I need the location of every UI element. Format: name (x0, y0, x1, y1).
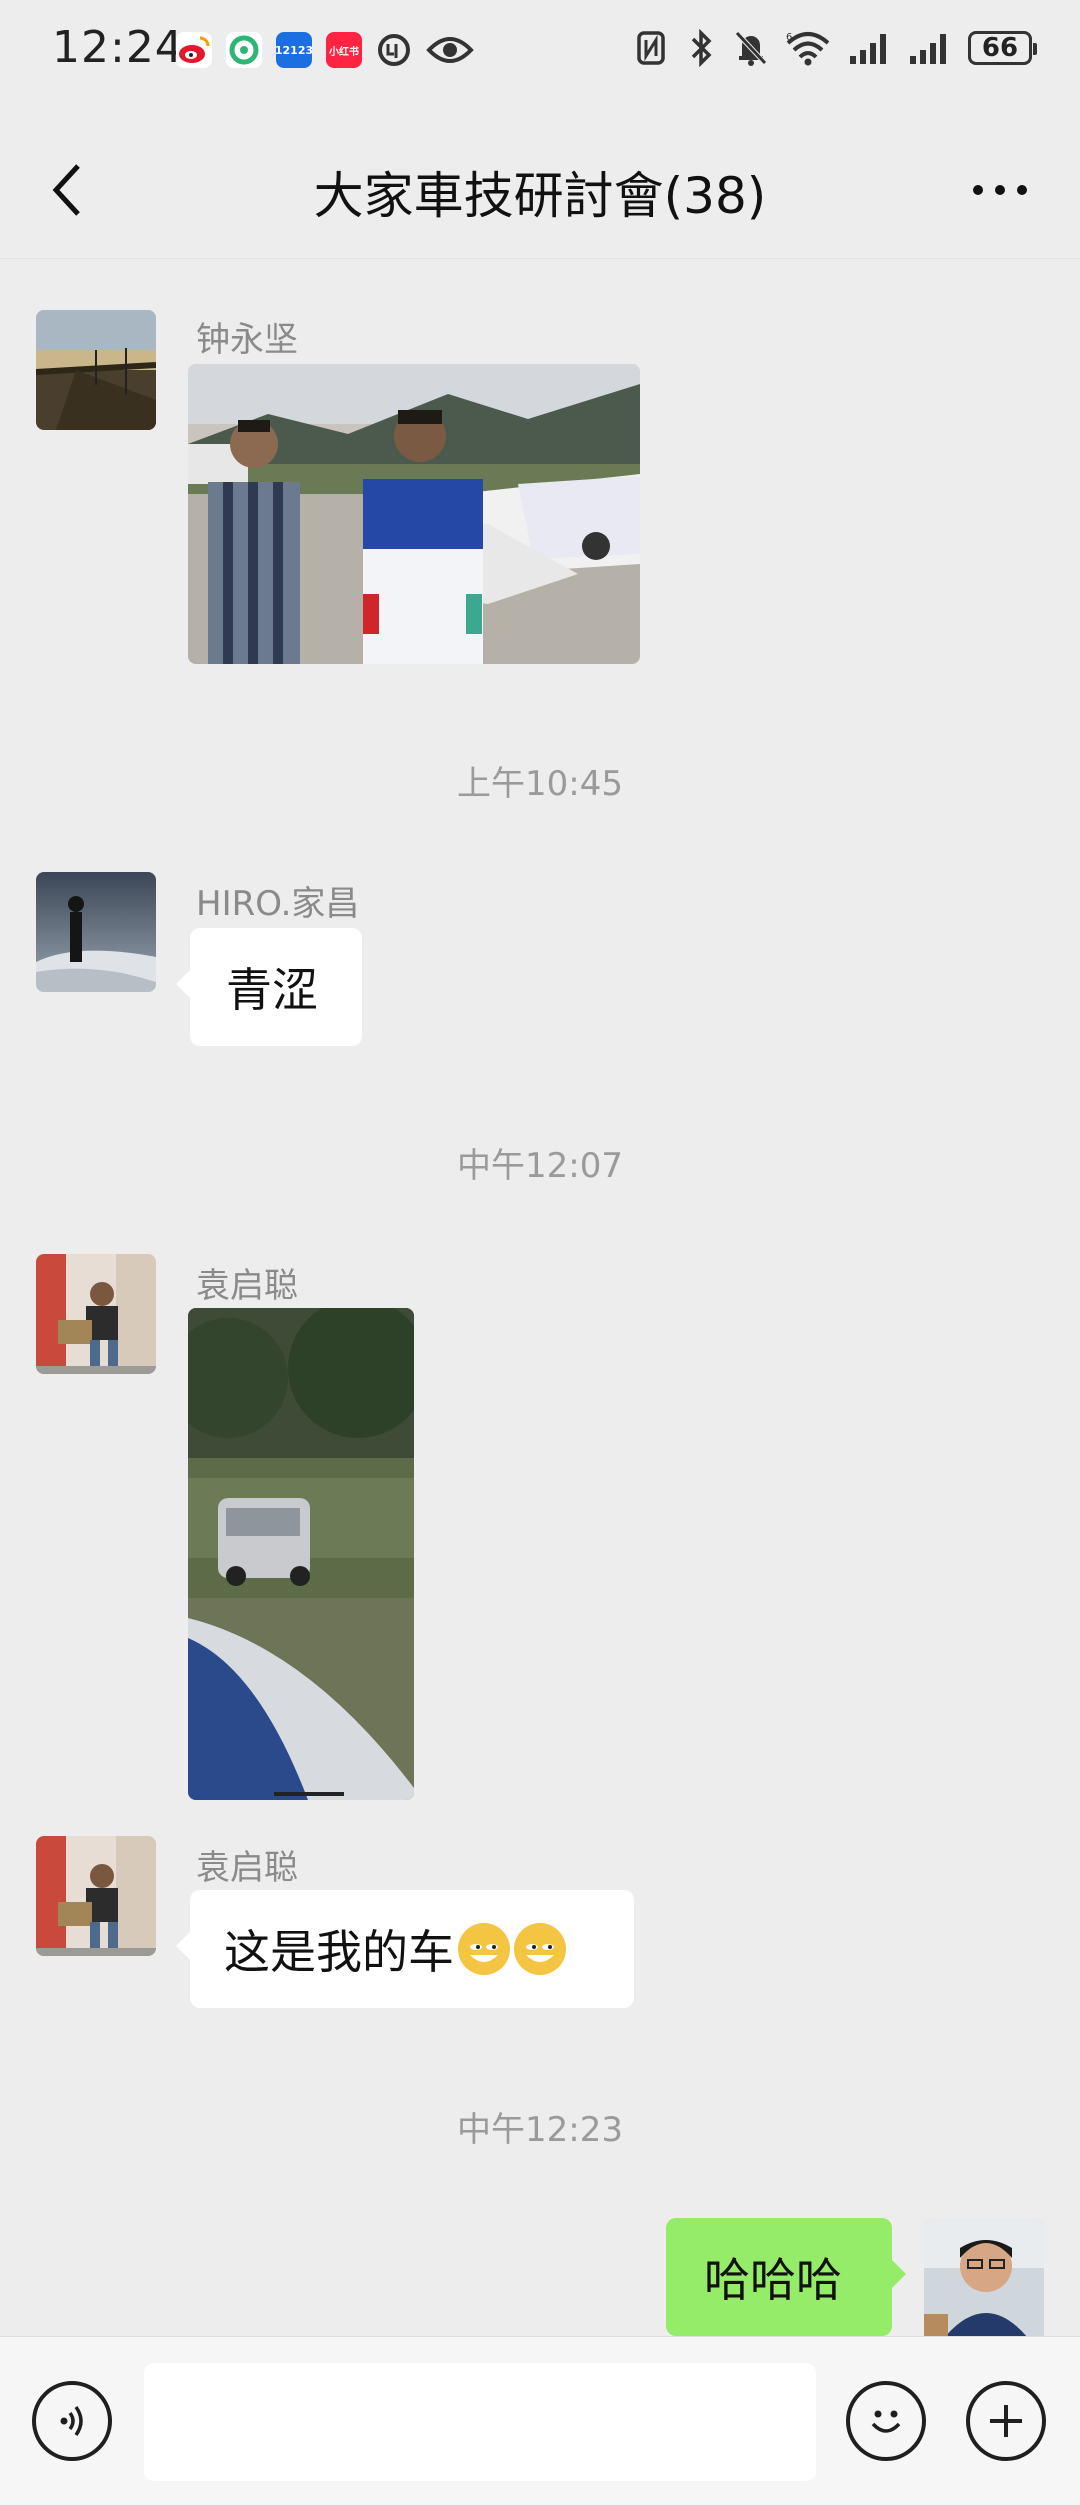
mute-bell-icon (734, 28, 768, 68)
svg-text:6: 6 (786, 32, 792, 43)
message-text: 哈哈哈 (704, 2253, 842, 2307)
plus-icon (990, 2405, 1022, 2437)
sender-name: 袁启聪 (196, 1266, 298, 1306)
more-functions-button[interactable] (966, 2381, 1046, 2461)
message-text: 青涩 (226, 963, 318, 1017)
avatar[interactable] (36, 1254, 156, 1374)
chat-input-bar (0, 2336, 1080, 2505)
status-app-icons: 12123 小红书 (176, 32, 474, 68)
avatar[interactable] (36, 310, 156, 430)
signal-icon-2 (908, 28, 952, 68)
time-divider: 中午12:23 (457, 2110, 623, 2150)
my-message-bubble[interactable]: 哈哈哈 (666, 2218, 906, 2336)
sender-name: HIRO.家昌 (196, 884, 360, 924)
message-bubble[interactable]: 这是我的车 (176, 1890, 634, 2008)
emoji-button[interactable] (846, 2381, 926, 2461)
eye-icon (426, 32, 474, 68)
status-right: 6 66 (634, 28, 1037, 68)
message-bubble[interactable]: 青涩 (176, 928, 362, 1046)
cat-emoji-icon (458, 1923, 510, 1975)
status-time: 12:24 (52, 22, 184, 73)
chat-title: 大家車技研討會(38) (313, 167, 767, 225)
app-green-icon (226, 32, 262, 68)
avatar[interactable] (36, 1836, 156, 1956)
circle-app-icon (376, 32, 412, 68)
status-bar: 12:24 12123 小红书 6 66 (0, 0, 1080, 104)
message-text: 这是我的车 (224, 1925, 454, 1979)
sender-name: 钟永坚 (196, 320, 298, 360)
more-options-button[interactable] (960, 160, 1040, 220)
xiaohongshu-icon: 小红书 (326, 32, 362, 68)
12123-icon: 12123 (276, 32, 312, 68)
more-dots-icon (973, 185, 1027, 195)
voice-toggle-button[interactable] (32, 2381, 112, 2461)
my-avatar[interactable] (924, 2218, 1044, 2336)
bluetooth-icon (684, 28, 718, 68)
wifi-icon: 6 (784, 28, 832, 68)
sender-name: 袁启聪 (196, 1848, 298, 1888)
avatar[interactable] (36, 872, 156, 992)
smiley-icon (871, 2410, 901, 2433)
time-divider: 上午10:45 (457, 764, 623, 804)
chat-image[interactable] (188, 1308, 414, 1800)
weibo-icon (176, 32, 212, 68)
chat-image[interactable] (188, 364, 640, 664)
header-divider (0, 258, 1080, 259)
message-input[interactable] (144, 2363, 816, 2481)
voice-icon (60, 2405, 83, 2437)
battery-indicator: 66 (968, 31, 1037, 65)
nfc-icon (634, 28, 668, 68)
signal-icon-1 (848, 28, 892, 68)
cat-emoji-icon (514, 1923, 566, 1975)
chat-header: 大家車技研討會(38) (0, 120, 1080, 260)
time-divider: 中午12:07 (457, 1146, 623, 1186)
